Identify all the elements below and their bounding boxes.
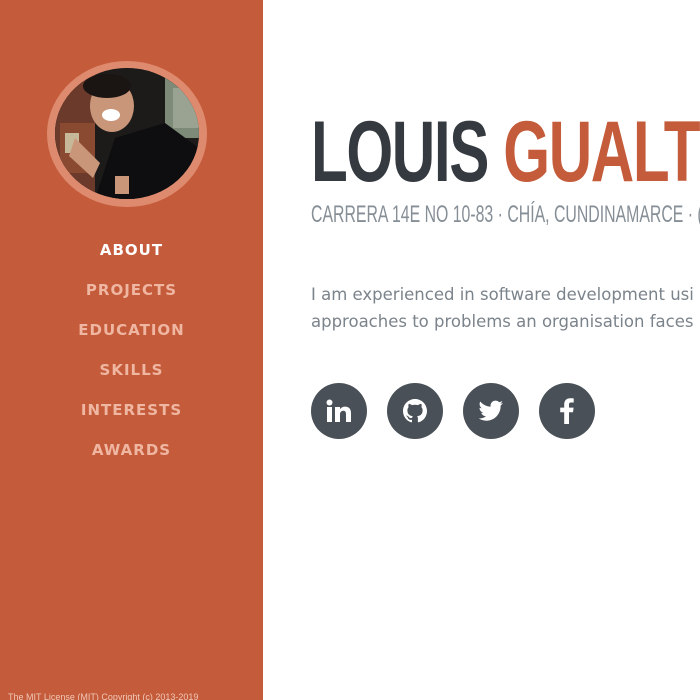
contact-line: CARRERA 14E NO 10-83 · CHÍA, CUNDINAMARC… bbox=[311, 201, 700, 228]
facebook-button[interactable] bbox=[539, 383, 595, 439]
twitter-icon bbox=[478, 400, 503, 421]
sidebar-footer: The MIT License (MIT) Copyright (c) 2013… bbox=[8, 692, 199, 700]
last-name: GUALTE bbox=[503, 104, 700, 200]
bio-paragraph: I am experienced in software development… bbox=[311, 281, 700, 335]
twitter-button[interactable] bbox=[463, 383, 519, 439]
nav-item-awards: AWARDS bbox=[0, 430, 263, 470]
profile-photo bbox=[55, 68, 199, 199]
nav-item-projects: PROJECTS bbox=[0, 270, 263, 310]
nav-link-skills[interactable]: SKILLS bbox=[100, 361, 164, 379]
nav-item-interests: INTERESTS bbox=[0, 390, 263, 430]
sidebar: ABOUT PROJECTS EDUCATION SKILLS INTEREST… bbox=[0, 0, 263, 700]
nav-link-interests[interactable]: INTERESTS bbox=[81, 401, 182, 419]
linkedin-button[interactable] bbox=[311, 383, 367, 439]
bio-line: I am experienced in software development… bbox=[311, 285, 694, 304]
nav-link-education[interactable]: EDUCATION bbox=[78, 321, 184, 339]
facebook-icon bbox=[560, 398, 574, 424]
nav-link-projects[interactable]: PROJECTS bbox=[86, 281, 177, 299]
linkedin-icon bbox=[326, 399, 351, 422]
nav-item-about: ABOUT bbox=[0, 230, 263, 270]
nav-item-education: EDUCATION bbox=[0, 310, 263, 350]
main-content: LOUIS GUALTE CARRERA 14E NO 10-83 · CHÍA… bbox=[263, 0, 700, 700]
nav-item-skills: SKILLS bbox=[0, 350, 263, 390]
github-icon bbox=[403, 399, 427, 423]
page-title: LOUIS GUALTE bbox=[311, 102, 700, 202]
nav-link-awards[interactable]: AWARDS bbox=[92, 441, 171, 459]
sidebar-nav: ABOUT PROJECTS EDUCATION SKILLS INTEREST… bbox=[0, 230, 263, 470]
page: ABOUT PROJECTS EDUCATION SKILLS INTEREST… bbox=[0, 0, 700, 700]
social-links bbox=[311, 383, 595, 439]
avatar bbox=[55, 68, 199, 199]
github-button[interactable] bbox=[387, 383, 443, 439]
bio-line: approaches to problems an organisation f… bbox=[311, 312, 694, 331]
nav-link-about[interactable]: ABOUT bbox=[100, 241, 163, 259]
first-name: LOUIS bbox=[311, 104, 489, 200]
